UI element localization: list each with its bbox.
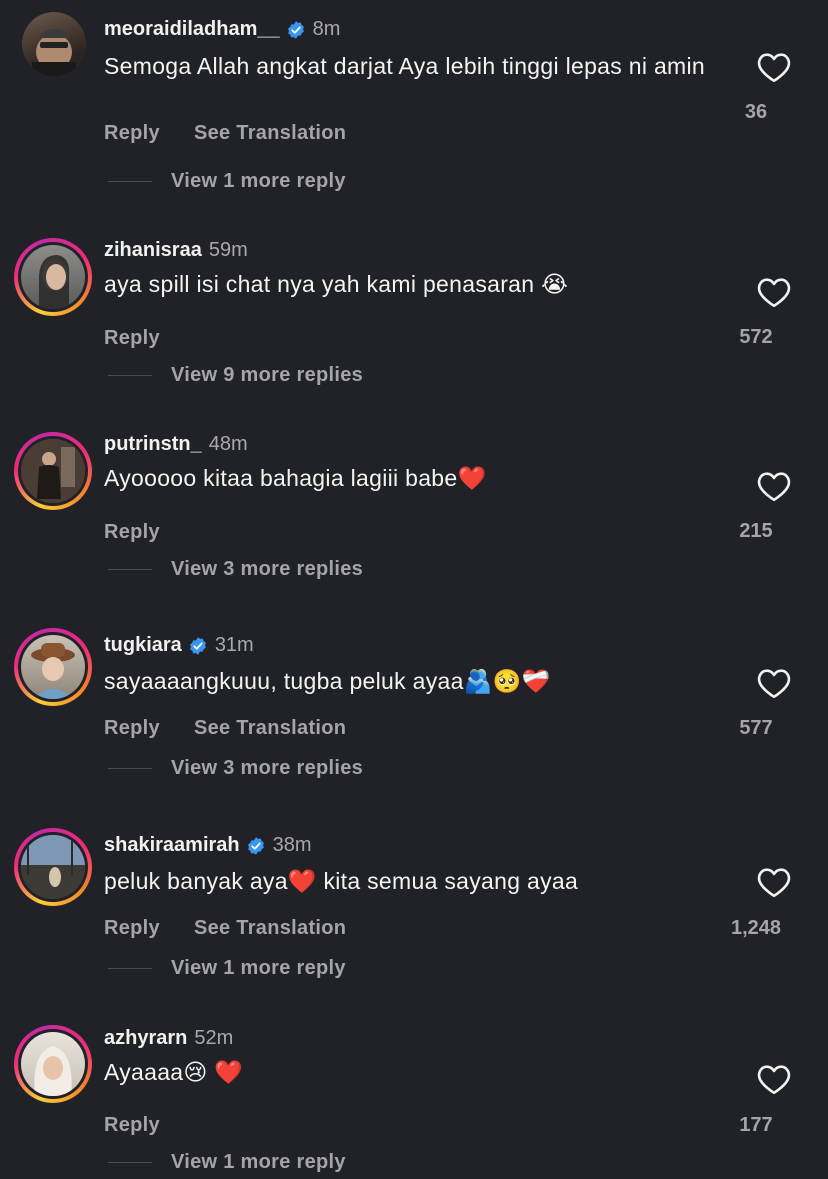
username[interactable]: zihanisraa — [104, 239, 202, 262]
divider — [108, 768, 152, 769]
reply-button[interactable]: Reply — [104, 717, 160, 740]
comment-actions: Reply — [104, 521, 160, 544]
comment-item: meoraidiladham__ 8m Semoga Allah angkat … — [0, 0, 828, 200]
avatar[interactable] — [14, 432, 92, 510]
avatar-image — [21, 439, 85, 503]
like-count: 1,248 — [730, 917, 782, 939]
avatar-image — [22, 12, 86, 76]
verified-badge-icon — [247, 836, 264, 855]
heart-outline-icon[interactable] — [756, 276, 792, 308]
like-count: 36 — [744, 101, 768, 123]
comment-text: sayaaaangkuuu, tugba peluk ayaa🫂🥺❤️‍🩹 — [104, 668, 551, 694]
see-translation-button[interactable]: See Translation — [194, 917, 346, 940]
see-translation-button[interactable]: See Translation — [194, 122, 346, 145]
reply-button[interactable]: Reply — [104, 1114, 160, 1137]
comment-actions: Reply See Translation — [104, 917, 346, 940]
view-more-label: View 3 more replies — [171, 757, 364, 779]
username[interactable]: tugkiara — [104, 634, 182, 657]
reply-button[interactable]: Reply — [104, 327, 160, 350]
like-count: 577 — [739, 717, 773, 739]
comment-actions: Reply See Translation — [104, 717, 346, 740]
avatar-image — [21, 635, 85, 699]
divider — [108, 1162, 152, 1163]
comment-item: shakiraamirah 38m peluk banyak aya❤️ kit… — [0, 800, 828, 1000]
comment-header: tugkiara 31m — [104, 634, 254, 657]
comment-item: putrinstn_ 48m Ayooooo kitaa bahagia lag… — [0, 400, 828, 600]
heart-outline-icon[interactable] — [756, 470, 792, 502]
comment-time: 48m — [208, 433, 248, 455]
view-more-label: View 1 more reply — [171, 170, 346, 192]
comment-header: azhyrarn 52m — [104, 1027, 233, 1050]
view-more-replies[interactable]: View 1 more reply — [108, 1151, 346, 1174]
comment-text: Semoga Allah angkat darjat Aya lebih tin… — [104, 53, 706, 79]
comment-time: 31m — [214, 634, 254, 656]
reply-button[interactable]: Reply — [104, 917, 160, 940]
reply-button[interactable]: Reply — [104, 521, 160, 544]
heart-outline-icon[interactable] — [756, 866, 792, 898]
view-more-replies[interactable]: View 1 more reply — [108, 957, 346, 980]
comment-header: shakiraamirah 38m — [104, 834, 312, 857]
comment-item: tugkiara 31m sayaaaangkuuu, tugba peluk … — [0, 600, 828, 800]
comment-text: peluk banyak aya❤️ kita semua sayang aya… — [104, 868, 579, 894]
username[interactable]: meoraidiladham__ — [104, 18, 280, 41]
view-more-replies[interactable]: View 1 more reply — [108, 170, 346, 193]
reply-button[interactable]: Reply — [104, 122, 160, 145]
comment-time: 8m — [312, 18, 341, 40]
comment-actions: Reply — [104, 327, 160, 350]
comment-actions: Reply — [104, 1114, 160, 1137]
avatar-image — [21, 245, 85, 309]
comment-header: zihanisraa 59m — [104, 239, 248, 262]
heart-outline-icon[interactable] — [756, 51, 792, 83]
comment-text: Ayaaaa😢 ❤️ — [104, 1059, 244, 1085]
comment-time: 38m — [272, 834, 312, 856]
like-count: 572 — [739, 326, 773, 348]
comment-time: 52m — [194, 1027, 234, 1049]
view-more-replies[interactable]: View 3 more replies — [108, 558, 363, 581]
view-more-label: View 1 more reply — [171, 1151, 346, 1173]
view-more-label: View 9 more replies — [171, 364, 364, 386]
comment-item: azhyrarn 52m Ayaaaa😢 ❤️ Reply View 1 mor… — [0, 1000, 828, 1179]
avatar[interactable] — [14, 828, 92, 906]
divider — [108, 569, 152, 570]
verified-badge-icon — [189, 636, 206, 655]
comment-header: meoraidiladham__ 8m — [104, 18, 340, 41]
divider — [108, 375, 152, 376]
avatar[interactable] — [14, 238, 92, 316]
verified-badge-icon — [287, 20, 304, 39]
comment-text: Ayooooo kitaa bahagia lagiii babe❤️ — [104, 465, 487, 491]
comment-actions: Reply See Translation — [104, 122, 346, 145]
username[interactable]: putrinstn_ — [104, 433, 202, 456]
view-more-label: View 3 more replies — [171, 558, 364, 580]
comment-header: putrinstn_ 48m — [104, 433, 248, 456]
like-count: 215 — [739, 520, 773, 542]
divider — [108, 968, 152, 969]
view-more-replies[interactable]: View 9 more replies — [108, 364, 363, 387]
heart-outline-icon[interactable] — [756, 1063, 792, 1095]
avatar-image — [21, 835, 85, 899]
avatar[interactable] — [14, 628, 92, 706]
avatar[interactable] — [20, 10, 88, 78]
avatar-image — [21, 1032, 85, 1096]
username[interactable]: shakiraamirah — [104, 834, 240, 857]
comment-time: 59m — [208, 239, 248, 261]
comment-item: zihanisraa 59m aya spill isi chat nya ya… — [0, 200, 828, 400]
like-count: 177 — [739, 1114, 773, 1136]
see-translation-button[interactable]: See Translation — [194, 717, 346, 740]
view-more-replies[interactable]: View 3 more replies — [108, 757, 363, 780]
view-more-label: View 1 more reply — [171, 957, 346, 979]
divider — [108, 181, 152, 182]
username[interactable]: azhyrarn — [104, 1027, 187, 1050]
avatar[interactable] — [14, 1025, 92, 1103]
heart-outline-icon[interactable] — [756, 667, 792, 699]
comment-text: aya spill isi chat nya yah kami penasara… — [104, 271, 569, 297]
